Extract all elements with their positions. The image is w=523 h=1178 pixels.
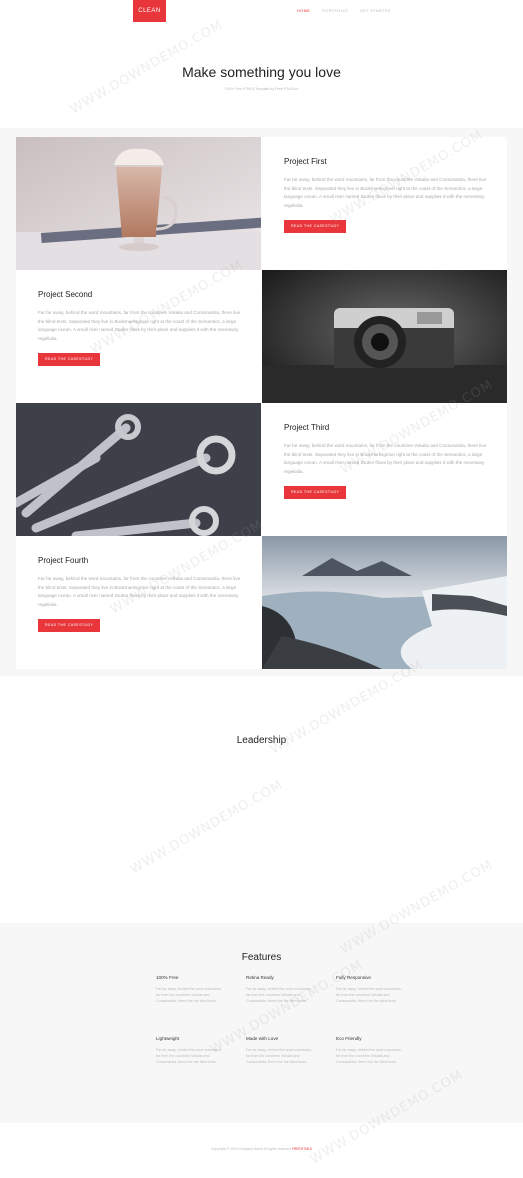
- projects-grid: Project First Far far away, behind the w…: [16, 137, 507, 669]
- read-casestudy-button[interactable]: READ THE CASESTUDY: [38, 353, 101, 366]
- site-footer: Copyright © 2016 Company Name All rights…: [0, 1147, 523, 1151]
- project-description: Far far away, behind the word mountains,…: [38, 576, 241, 607]
- leadership-title: Leadership: [236, 735, 287, 746]
- feature-description: Far far away, behind the word mountains,…: [336, 987, 402, 1003]
- project-title: Project First: [284, 157, 327, 166]
- feature-item: 100% Free Far far away, behind the word …: [156, 975, 226, 1004]
- feature-title: Lightweight: [156, 1036, 180, 1041]
- nav-item-get-started[interactable]: GET STARTED: [360, 8, 391, 13]
- project-first-card: Project First Far far away, behind the w…: [262, 137, 507, 270]
- feature-item: Made with Love Far far away, behind the …: [246, 1036, 316, 1065]
- footer-link[interactable]: FREEHTML5: [292, 1147, 312, 1151]
- project-second-card: Project Second Far far away, behind the …: [16, 270, 261, 403]
- feature-description: Far far away, behind the word mountains,…: [156, 1048, 222, 1064]
- feature-item: Fully Responsive Far far away, behind th…: [336, 975, 406, 1004]
- project-first-image[interactable]: [16, 137, 261, 270]
- feature-title: 100% Free: [156, 975, 179, 980]
- features-title: Features: [241, 952, 282, 963]
- feature-title: Fully Responsive: [336, 975, 371, 980]
- project-title: Project Second: [38, 290, 93, 299]
- project-title: Project Third: [284, 423, 330, 432]
- main-nav: HOME PORTFOLIO GET STARTED: [297, 8, 391, 13]
- feature-item: Eco Friendly Far far away, behind the wo…: [336, 1036, 406, 1065]
- feature-description: Far far away, behind the word mountains,…: [156, 987, 222, 1003]
- feature-item: Lightweight Far far away, behind the wor…: [156, 1036, 226, 1065]
- feature-item: Retina Ready Far far away, behind the wo…: [246, 975, 316, 1004]
- project-description: Far far away, behind the word mountains,…: [38, 310, 241, 341]
- project-description: Far far away, behind the word mountains,…: [284, 443, 487, 474]
- hero-title: Make something you love: [182, 64, 341, 80]
- project-third-card: Project Third Far far away, behind the w…: [262, 403, 507, 536]
- project-third-image[interactable]: [16, 403, 261, 536]
- nav-item-home[interactable]: HOME: [297, 8, 310, 13]
- read-casestudy-button[interactable]: READ THE CASESTUDY: [38, 619, 101, 632]
- read-casestudy-button[interactable]: READ THE CASESTUDY: [284, 486, 347, 499]
- copyright-text: Copyright © 2016 Company Name All rights…: [211, 1147, 291, 1151]
- project-fourth-image[interactable]: [262, 536, 507, 669]
- coffee-photo: [16, 137, 261, 270]
- watermark-text: WWW.DOWNDEMO.COM: [127, 777, 286, 878]
- read-casestudy-button[interactable]: READ THE CASESTUDY: [284, 220, 347, 233]
- hero-subtitle: 100% Free HTML5 Template by FreeHTML5.co: [224, 87, 299, 91]
- feature-description: Far far away, behind the word mountains,…: [246, 1048, 312, 1064]
- feature-title: Eco Friendly: [336, 1036, 362, 1041]
- nav-item-portfolio[interactable]: PORTFOLIO: [322, 8, 348, 13]
- site-header: CLEAN HOME PORTFOLIO GET STARTED: [0, 0, 523, 22]
- feature-description: Far far away, behind the word mountains,…: [246, 987, 312, 1003]
- feature-title: Made with Love: [246, 1036, 279, 1041]
- feature-description: Far far away, behind the word mountains,…: [336, 1048, 402, 1064]
- project-fourth-card: Project Fourth Far far away, behind the …: [16, 536, 261, 669]
- logo[interactable]: CLEAN: [133, 0, 166, 22]
- lake-photo: [262, 536, 507, 669]
- camera-photo: [262, 270, 507, 403]
- wrenches-photo: [16, 403, 261, 536]
- project-description: Far far away, behind the word mountains,…: [284, 177, 487, 208]
- project-title: Project Fourth: [38, 556, 89, 565]
- feature-title: Retina Ready: [246, 975, 274, 980]
- project-second-image[interactable]: [262, 270, 507, 403]
